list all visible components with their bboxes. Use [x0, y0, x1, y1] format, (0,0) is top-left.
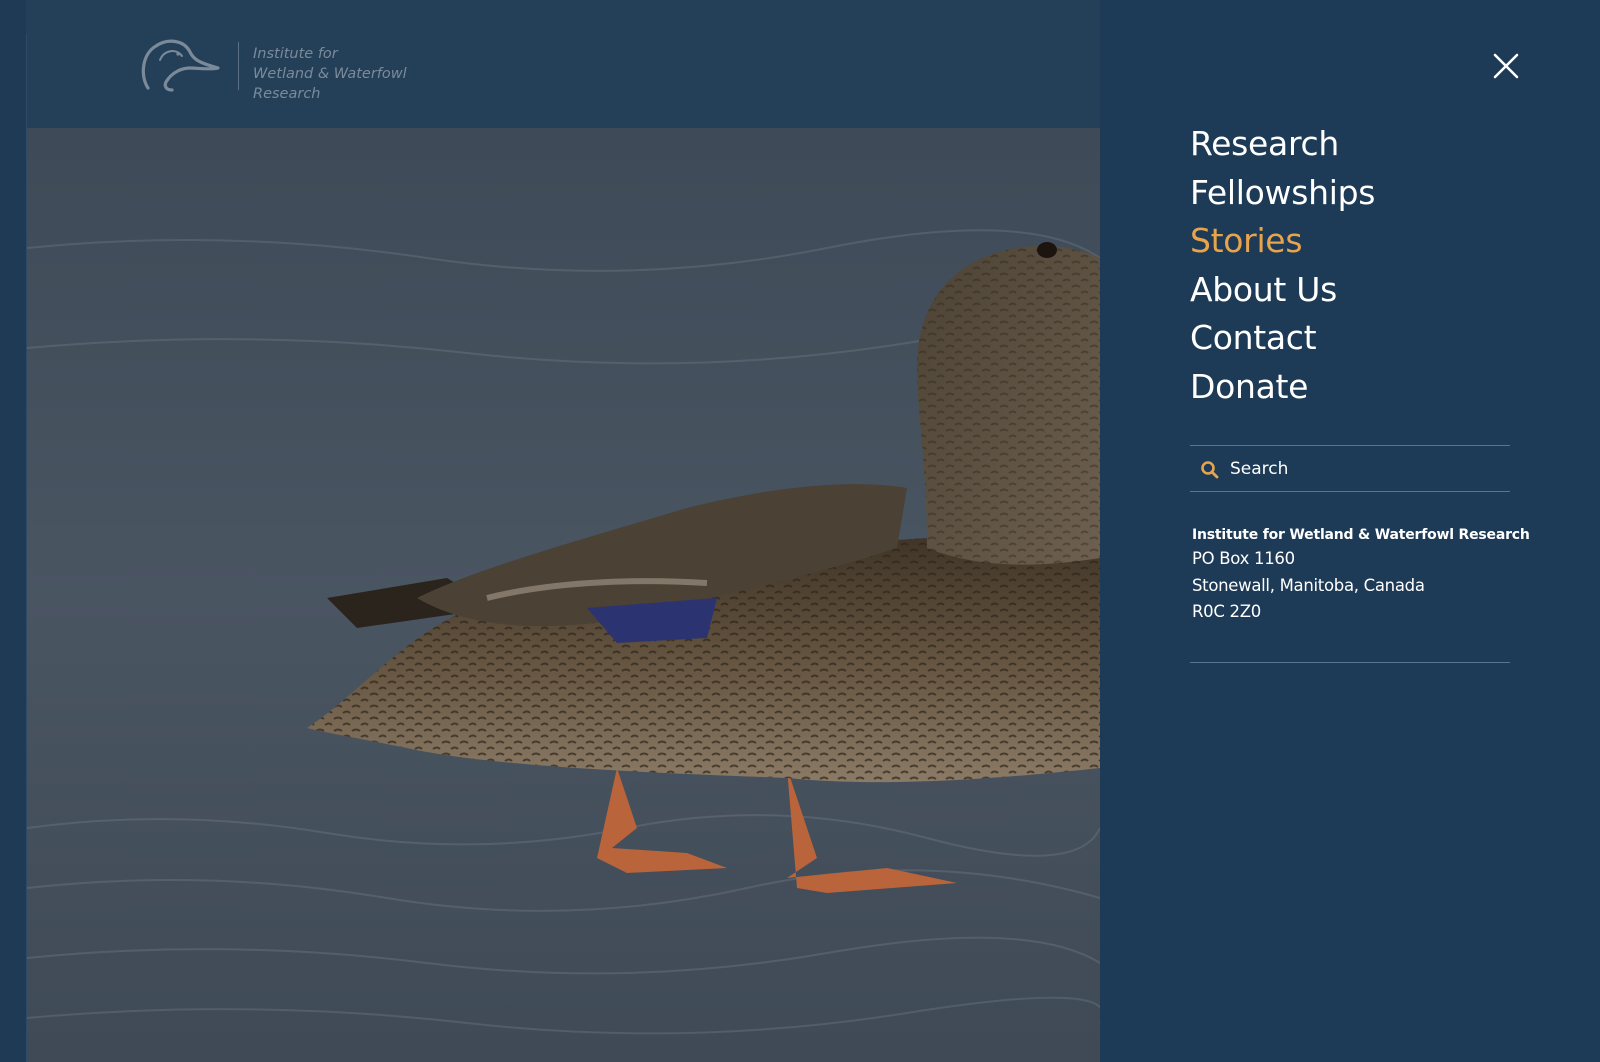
logo-text-line1: Institute for	[253, 46, 338, 62]
hero-image	[27, 128, 1100, 1062]
hero-duck-photo	[27, 128, 1100, 1062]
logo-text-line2: Wetland & Waterfowl Research	[253, 66, 407, 102]
duck-logo-icon	[141, 39, 220, 92]
address-divider	[1190, 662, 1510, 663]
page-overlay: Institute for Wetland & Waterfowl Resear…	[0, 0, 1100, 1062]
menu-item-fellowships[interactable]: Fellowships	[1190, 169, 1510, 218]
search-icon[interactable]	[1200, 460, 1220, 480]
search-bar	[1190, 445, 1510, 492]
address-line-2: Stonewall, Manitoba, Canada	[1192, 575, 1425, 595]
close-icon	[1493, 53, 1519, 79]
close-menu-button[interactable]	[1492, 52, 1520, 80]
address-line-1: PO Box 1160	[1192, 549, 1295, 568]
address-org-name: Institute for Wetland & Waterfowl Resear…	[1192, 527, 1530, 543]
menu-item-stories[interactable]: Stories	[1190, 217, 1510, 266]
menu-item-donate[interactable]: Donate	[1190, 363, 1510, 412]
logo-text: Institute for Wetland & Waterfowl Resear…	[253, 44, 478, 104]
menu-item-research[interactable]: Research	[1190, 120, 1510, 169]
menu-item-about-us[interactable]: About Us	[1190, 266, 1510, 315]
contact-address: Institute for Wetland & Waterfowl Resear…	[1192, 524, 1530, 626]
site-logo[interactable]: Institute for Wetland & Waterfowl Resear…	[138, 32, 478, 102]
menu-item-contact[interactable]: Contact	[1190, 314, 1510, 363]
address-line-3: R0C 2Z0	[1192, 602, 1261, 621]
main-menu: Research Fellowships Stories About Us Co…	[1190, 120, 1510, 411]
logo-divider	[238, 42, 239, 90]
search-input[interactable]	[1230, 454, 1500, 484]
browser-frame: Institute for Wetland & Waterfowl Resear…	[0, 0, 1600, 1062]
page-edge	[0, 0, 26, 1062]
